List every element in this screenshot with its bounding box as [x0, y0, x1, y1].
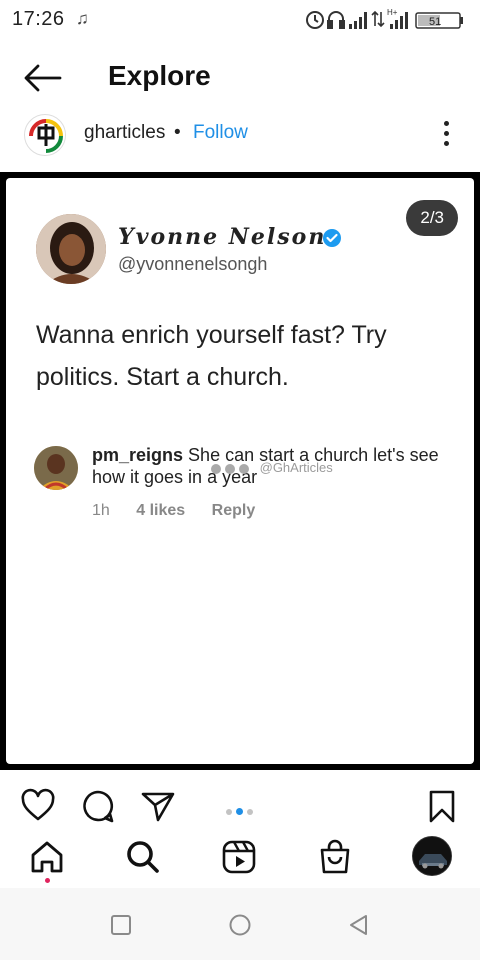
- author-username[interactable]: gharticles: [84, 122, 165, 144]
- comment-icon[interactable]: [80, 788, 116, 824]
- post-header: gharticles • Follow: [0, 110, 480, 166]
- tweet-author-handle: @yvonnenelsongh: [118, 254, 268, 274]
- signal-icon: [349, 12, 367, 29]
- bottom-navigation: [0, 830, 480, 884]
- heart-icon[interactable]: [20, 788, 56, 824]
- more-vertical-icon[interactable]: [438, 118, 454, 152]
- comment-meta: 1h 4 likes Reply: [92, 502, 277, 520]
- hplus-signal-icon: H+: [387, 8, 408, 29]
- tweet-text: Wanna enrich yourself fast? Try politics…: [36, 321, 387, 391]
- home-icon[interactable]: [28, 838, 66, 876]
- commenter-username: pm_reigns: [92, 445, 184, 465]
- home-notification-dot: [45, 878, 50, 883]
- comment-reply-button: Reply: [211, 502, 256, 519]
- gharticles-logo: [27, 117, 65, 155]
- alarm-icon: [306, 11, 324, 29]
- separator-dot: •: [174, 122, 181, 143]
- headphones-icon: [327, 11, 345, 29]
- social-icons-watermark: [211, 463, 249, 474]
- carousel-dots: [224, 802, 255, 815]
- profile-avatar[interactable]: [412, 836, 452, 876]
- top-bar: Explore: [0, 48, 480, 108]
- post-media[interactable]: 2/3 Yvonne Nelson @yvonnenelsongh Wanna …: [0, 172, 480, 770]
- reels-icon[interactable]: [220, 838, 258, 876]
- tweet-screenshot: 2/3 Yvonne Nelson @yvonnenelsongh Wanna …: [6, 178, 474, 764]
- tweet-author-name: Yvonne Nelson: [118, 224, 327, 250]
- author-avatar[interactable]: [24, 114, 66, 156]
- post-actions: [0, 784, 480, 828]
- commenter-avatar: [34, 446, 78, 490]
- watermark: @GhArticles: [210, 460, 333, 475]
- carousel-dot-active: [236, 808, 243, 815]
- data-arrows-icon: [371, 10, 385, 28]
- home-circle-icon[interactable]: [225, 910, 255, 940]
- share-icon[interactable]: [140, 788, 176, 824]
- page-title: Explore: [108, 60, 211, 91]
- battery-icon: 51: [415, 12, 463, 29]
- system-navigation-bar: [0, 888, 480, 960]
- carousel-dot: [226, 809, 232, 815]
- watermark-text: @GhArticles: [259, 460, 333, 475]
- status-icons: H+ 51: [306, 8, 463, 29]
- carousel-dot: [247, 809, 253, 815]
- follow-button[interactable]: Follow: [193, 122, 248, 144]
- search-icon[interactable]: [124, 838, 162, 876]
- shop-icon[interactable]: [316, 838, 354, 876]
- bookmark-icon[interactable]: [424, 788, 460, 824]
- back-triangle-icon[interactable]: [344, 910, 374, 940]
- status-time: 17:26: [12, 8, 65, 30]
- battery-level: 51: [429, 16, 441, 28]
- comment-time: 1h: [92, 502, 110, 519]
- comment-likes: 4 likes: [136, 502, 186, 519]
- verified-badge-icon: [323, 229, 341, 247]
- recent-apps-icon[interactable]: [106, 910, 136, 940]
- tweet-author-avatar: [36, 214, 106, 284]
- arrow-left-icon[interactable]: [22, 62, 62, 94]
- music-icon: ♫: [76, 9, 89, 28]
- svg-text:H+: H+: [387, 8, 398, 17]
- carousel-page-indicator: 2/3: [406, 200, 458, 236]
- status-bar: 17:26 ♫ H+ 51: [0, 0, 480, 38]
